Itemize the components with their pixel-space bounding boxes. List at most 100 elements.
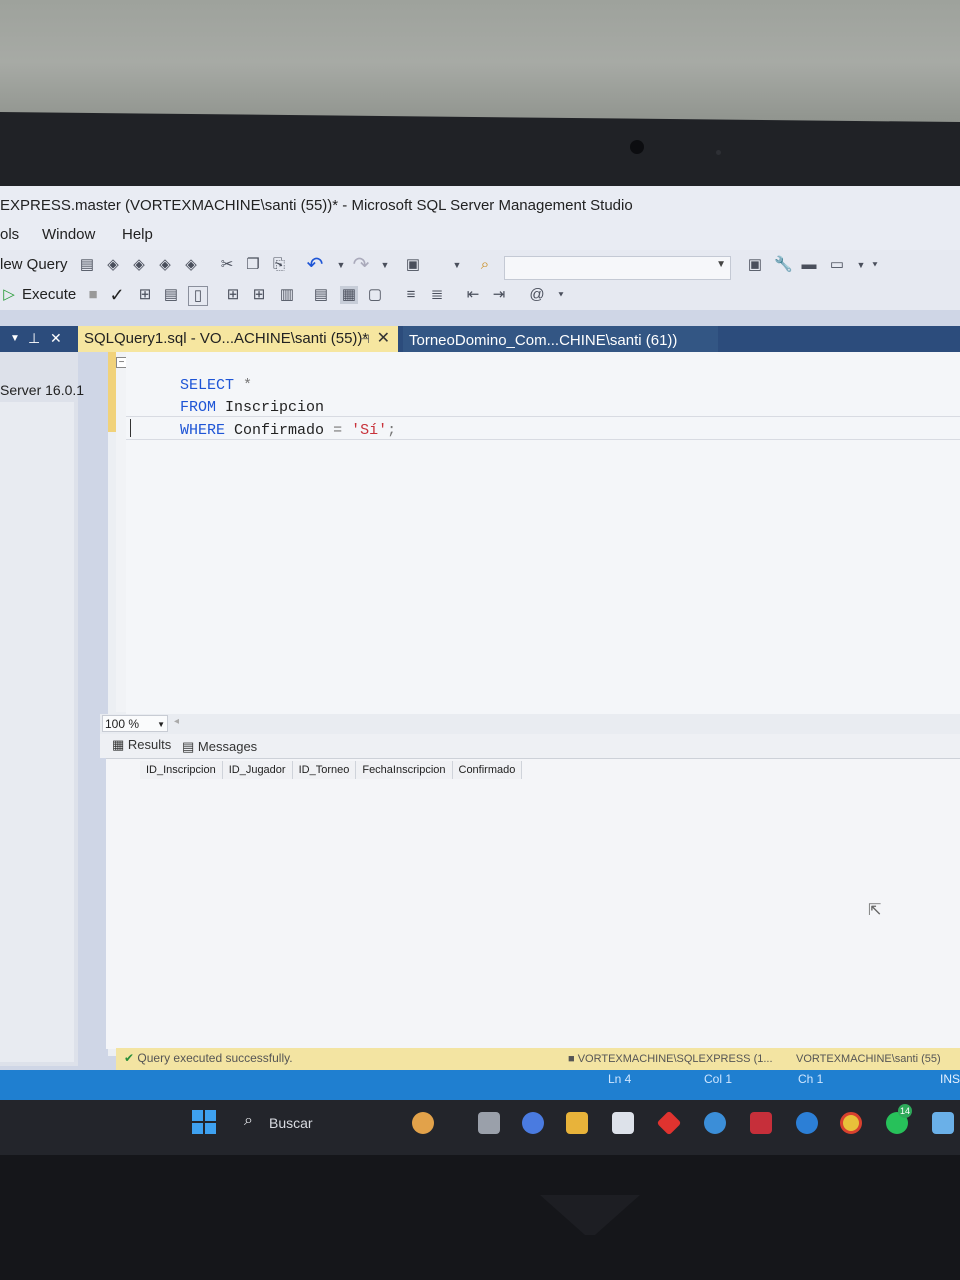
dax-query-icon[interactable]: ◈ <box>182 256 200 274</box>
menu-window[interactable]: Window <box>42 226 95 243</box>
results-grid: ID_Inscripcion ID_Jugador ID_Torneo Fech… <box>106 758 960 1049</box>
tab-results[interactable]: ▦ Results <box>112 737 171 753</box>
grid-header: ID_Inscripcion ID_Jugador ID_Torneo Fech… <box>140 761 523 779</box>
task-view-icon[interactable] <box>478 1112 500 1134</box>
client-stats-icon[interactable]: ▥ <box>278 286 296 304</box>
live-stats-icon[interactable]: ⊞ <box>250 286 268 304</box>
copy-icon[interactable]: ❐ <box>244 256 262 274</box>
dropdown-icon[interactable]: ▼ <box>448 256 466 274</box>
undo-icon[interactable]: ↶ <box>306 255 324 275</box>
change-tracking-margin <box>108 352 116 432</box>
current-line-highlight <box>126 416 960 440</box>
column-header[interactable]: FechaInscripcion <box>356 761 453 779</box>
results-to-file-icon[interactable]: ▢ <box>366 286 384 304</box>
undo-dropdown-icon[interactable]: ▼ <box>332 256 350 274</box>
results-to-grid-icon[interactable]: ▦ <box>340 286 358 304</box>
stop-icon[interactable]: ■ <box>84 286 102 304</box>
properties-wrench-icon[interactable]: 🔧 <box>774 256 793 274</box>
solution-explorer-icon[interactable]: ▣ <box>746 256 764 274</box>
toolbar-overflow-icon[interactable]: ⯆ <box>866 256 884 274</box>
comment-icon[interactable]: ≡ <box>402 286 420 304</box>
mdx-query-icon[interactable]: ◈ <box>104 256 122 274</box>
redo-icon[interactable]: ↷ <box>352 255 370 275</box>
execute-icon[interactable]: ▷ <box>0 286 18 304</box>
intellisense-icon[interactable]: ▯ <box>188 286 208 306</box>
pin-icon[interactable]: ⊣ <box>360 326 370 352</box>
background-wall <box>0 0 960 125</box>
scroll-left-icon[interactable]: ◂ <box>174 716 179 727</box>
find-icon[interactable]: ⌕ <box>476 256 494 274</box>
search-icon: ⌕ <box>244 1112 253 1129</box>
menu-tools[interactable]: ols <box>0 226 19 243</box>
windows-start-icon[interactable] <box>192 1110 216 1134</box>
editor-status-bar: Ln 4 Col 1 Ch 1 INS <box>0 1070 960 1100</box>
query-options-icon[interactable]: ▤ <box>162 286 180 304</box>
app-red-diamond-icon[interactable] <box>656 1110 682 1136</box>
zoom-combo[interactable]: 100 % ▼ <box>102 715 168 732</box>
specify-values-icon[interactable]: @ <box>528 286 546 304</box>
column-header[interactable]: ID_Torneo <box>292 761 357 779</box>
close-icon[interactable]: ✕ <box>377 326 390 352</box>
increase-indent-icon[interactable]: ⇥ <box>490 286 508 304</box>
status-mode: INS <box>940 1072 960 1086</box>
chrome-icon[interactable] <box>840 1112 862 1134</box>
zoom-bar: 100 % ▼ ◂ <box>100 714 960 734</box>
tab-label: Messages <box>197 739 258 754</box>
toolbar-sql-editor: ▷ Execute ■ ✓ ⊞ ▤ ▯ ⊞ ⊞ ▥ ▤ ▦ ▢ ≡ ≣ ⇤ ⇥ … <box>0 280 960 310</box>
activity-monitor-icon[interactable]: ▣ <box>404 256 422 274</box>
notification-badge: 14 <box>898 1104 912 1118</box>
taskbar-search[interactable]: ⌕ Buscar <box>236 1110 396 1136</box>
cut-icon[interactable]: ✂ <box>218 256 236 274</box>
chevron-down-icon[interactable]: ▼ <box>157 716 165 733</box>
file-explorer-icon[interactable] <box>566 1112 588 1134</box>
decrease-indent-icon[interactable]: ⇤ <box>464 286 482 304</box>
redo-dropdown-icon[interactable]: ▼ <box>376 256 394 274</box>
status-server: ■ VORTEXMACHINE\SQLEXPRESS (1... <box>568 1053 773 1065</box>
store-icon[interactable] <box>612 1112 634 1134</box>
mcafee-icon[interactable] <box>750 1112 772 1134</box>
dmx-query-icon[interactable]: ◈ <box>130 256 148 274</box>
query-status-bar: ✔ Query executed successfully. ■ VORTEXM… <box>116 1048 960 1070</box>
menu-help[interactable]: Help <box>122 226 153 243</box>
server-node[interactable]: Server 16.0.1 <box>0 382 84 398</box>
execute-button[interactable]: Execute <box>22 286 76 303</box>
grid-icon: ▦ <box>112 737 125 752</box>
new-query-button[interactable]: lew Query <box>0 256 68 273</box>
panel-header: ▼ ⊥ ✕ <box>0 326 78 352</box>
tab-label: TorneoDomino_Com...CHINE\santi (61)) <box>409 332 678 349</box>
xmla-query-icon[interactable]: ◈ <box>156 256 174 274</box>
windows-taskbar: ⌕ Buscar 14 <box>0 1100 960 1160</box>
toolbar-overflow-icon[interactable]: ⯆ <box>552 286 570 304</box>
lock-icon: ■ <box>568 1053 575 1065</box>
uncomment-icon[interactable]: ≣ <box>428 286 446 304</box>
find-combo[interactable]: ▼ <box>504 256 731 280</box>
document-tabs: SQLQuery1.sql - VO...ACHINE\santi (55))*… <box>78 326 960 352</box>
close-icon[interactable]: ✕ <box>50 330 62 347</box>
column-header[interactable]: ID_Inscripcion <box>140 761 223 779</box>
paste-icon[interactable]: ⎘ <box>270 256 288 274</box>
column-header[interactable]: Confirmado <box>452 761 523 779</box>
search-label: Buscar <box>269 1115 313 1131</box>
notepad-icon[interactable] <box>932 1112 954 1134</box>
edge-icon[interactable] <box>704 1112 726 1134</box>
results-to-text-icon[interactable]: ▤ <box>312 286 330 304</box>
outlook-icon[interactable] <box>796 1112 818 1134</box>
pin-icon[interactable]: ⊥ <box>28 330 40 347</box>
panel-menu-icon[interactable]: ▼ <box>10 333 20 344</box>
database-engine-query-icon[interactable]: ▤ <box>78 256 96 274</box>
estimated-plan-icon[interactable]: ⊞ <box>136 286 154 304</box>
tab-messages[interactable]: ▤ Messages <box>182 739 257 755</box>
toolbox-icon[interactable]: ▬ <box>800 256 818 274</box>
terminal-icon[interactable]: ▭ <box>828 256 846 274</box>
tab-sqlquery1[interactable]: SQLQuery1.sql - VO...ACHINE\santi (55))*… <box>78 326 398 352</box>
parse-check-icon[interactable]: ✓ <box>108 286 126 304</box>
column-header[interactable]: ID_Jugador <box>222 761 293 779</box>
tab-torneodomino[interactable]: TorneoDomino_Com...CHINE\santi (61)) <box>403 326 718 352</box>
widgets-icon[interactable] <box>412 1112 434 1134</box>
copilot-icon[interactable] <box>522 1112 544 1134</box>
include-plan-icon[interactable]: ⊞ <box>224 286 242 304</box>
chevron-down-icon[interactable]: ▼ <box>716 259 726 270</box>
sql-editor[interactable]: SELECT * FROM Inscripcion WHERE Confirma… <box>126 352 960 716</box>
object-explorer-panel: ▼ ⊥ ✕ Server 16.0.1 <box>0 326 84 1066</box>
messages-icon: ▤ <box>182 739 195 754</box>
